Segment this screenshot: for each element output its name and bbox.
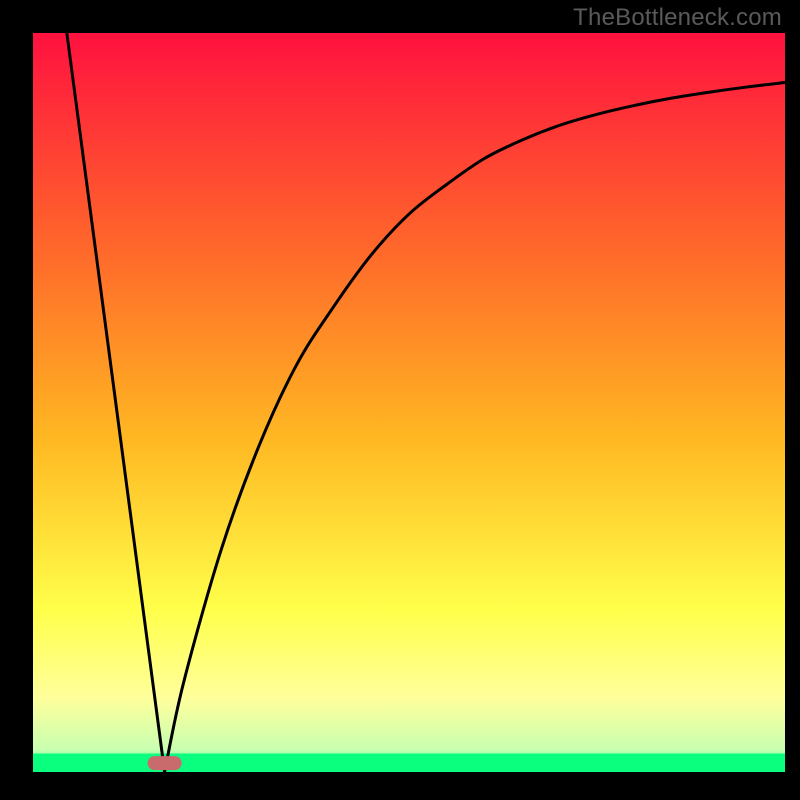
baseline-band <box>33 754 785 772</box>
plot-background <box>33 33 785 772</box>
chart-svg <box>0 0 800 800</box>
min-marker <box>148 756 182 770</box>
plot-area <box>33 33 785 772</box>
watermark-text: TheBottleneck.com <box>573 4 782 32</box>
chart-frame: TheBottleneck.com <box>0 0 800 800</box>
